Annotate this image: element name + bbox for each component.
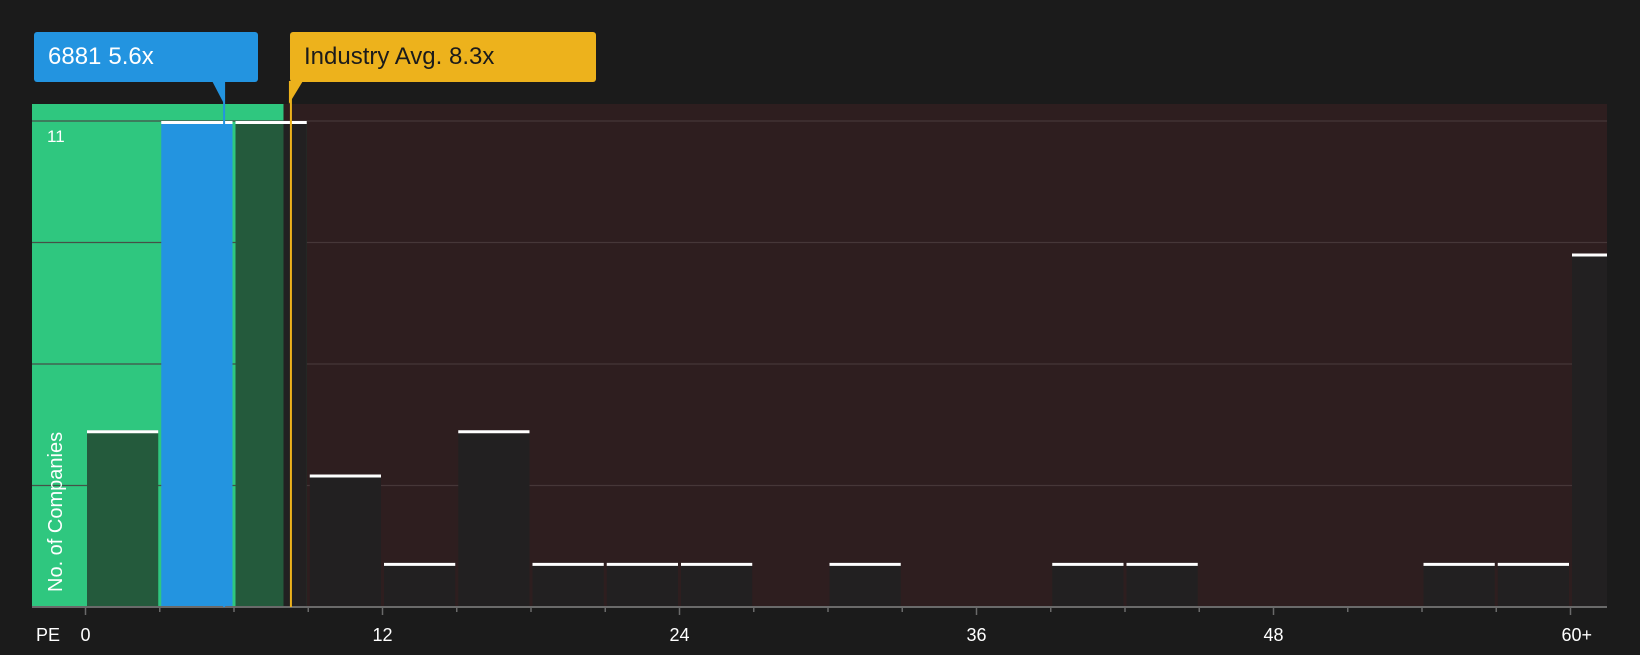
industry-average-callout: Industry Avg. 8.3x <box>290 32 596 82</box>
histogram-bar <box>532 562 604 607</box>
histogram-bar <box>309 474 381 607</box>
y-tick-label: 11 <box>47 127 65 146</box>
histogram-bar <box>458 430 530 607</box>
histogram-bar <box>1497 562 1569 607</box>
company-pe-value: 5.6x <box>108 43 154 70</box>
x-tick-label: 0 <box>80 625 90 645</box>
histogram-bar-overflow <box>283 121 307 607</box>
x-tick-label: 24 <box>669 625 689 645</box>
x-tick-label: 12 <box>372 625 392 645</box>
histogram-bar <box>1572 253 1607 607</box>
company-ticker: 6881 <box>48 43 102 70</box>
company-callout-pointer <box>212 81 225 104</box>
x-axis-label: PE <box>36 625 60 645</box>
industry-average-label: Industry Avg. 8.3x <box>304 43 495 70</box>
chart-canvas: 0 12 24 36 48 60+ PE 11 No. of Companies <box>32 81 1607 645</box>
x-tick-label: 48 <box>1263 625 1283 645</box>
y-axis-label: No. of Companies <box>45 432 67 592</box>
histogram-bar <box>384 562 456 607</box>
histogram-bar <box>606 562 678 607</box>
pe-distribution-chart: 0 12 24 36 48 60+ PE 11 No. of Companies 6881 5.… <box>0 0 1640 650</box>
histogram-bar <box>87 430 159 607</box>
company-pe-callout: 6881 5.6x <box>34 32 258 82</box>
histogram-bar <box>1423 562 1495 607</box>
histogram-bar <box>829 562 901 607</box>
histogram-bar <box>1052 562 1124 607</box>
histogram-bar <box>681 562 753 607</box>
histogram-bar <box>161 121 233 607</box>
x-tick-label: 36 <box>966 625 986 645</box>
x-tick-label: 60+ <box>1562 625 1593 645</box>
histogram-bar <box>1126 562 1198 607</box>
